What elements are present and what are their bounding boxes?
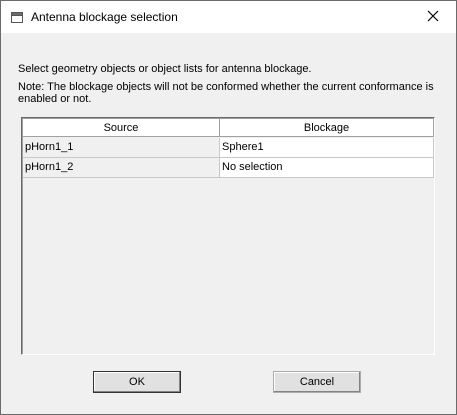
cancel-button[interactable]: Cancel xyxy=(273,371,361,393)
table-row[interactable]: pHorn1_1 Sphere1 xyxy=(23,138,434,158)
window-title: Antenna blockage selection xyxy=(31,10,178,24)
ok-button[interactable]: OK xyxy=(93,371,181,393)
close-button[interactable] xyxy=(410,1,456,33)
column-header-blockage[interactable]: Blockage xyxy=(220,119,434,137)
blockage-table: Source Blockage pHorn1_1 Sphere1 pHorn1_… xyxy=(21,117,435,355)
table-row[interactable]: pHorn1_2 No selection xyxy=(23,158,434,178)
column-header-source[interactable]: Source xyxy=(23,119,220,137)
antenna-blockage-dialog: Antenna blockage selection Select geomet… xyxy=(0,0,457,415)
table-header: Source Blockage xyxy=(23,119,434,137)
source-cell: pHorn1_2 xyxy=(23,158,220,178)
source-cell: pHorn1_1 xyxy=(23,138,220,158)
blockage-cell[interactable]: Sphere1 xyxy=(220,138,434,158)
title-bar[interactable]: Antenna blockage selection xyxy=(1,1,456,33)
note-text: Note: The blockage objects will not be c… xyxy=(18,81,434,105)
blockage-cell[interactable]: No selection xyxy=(220,158,434,178)
window-icon xyxy=(11,12,23,23)
close-icon xyxy=(427,10,439,25)
instruction-text: Select geometry objects or object lists … xyxy=(18,63,312,75)
